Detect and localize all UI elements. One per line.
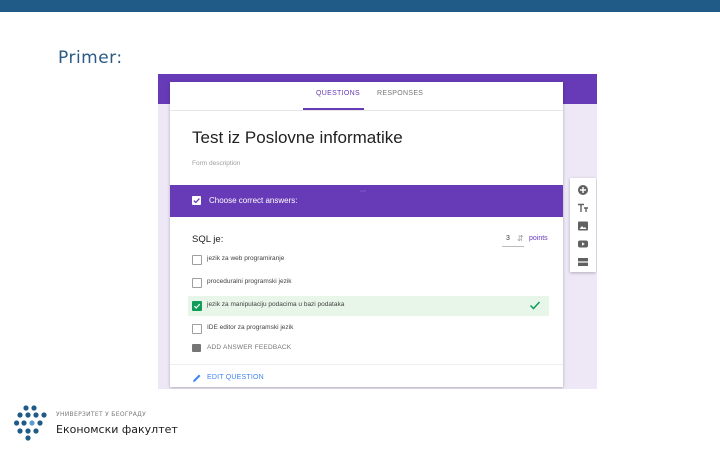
question-header-bar: ⋯ Choose correct answers: <box>170 185 563 217</box>
points-input-underline <box>502 246 524 247</box>
option-checkbox[interactable] <box>192 324 202 334</box>
answer-option-correct[interactable]: jezik za manipulaciju podacima u bazi po… <box>188 296 549 316</box>
drag-handle-icon[interactable]: ⋯ <box>360 188 367 195</box>
image-icon[interactable] <box>577 220 589 232</box>
points-input[interactable]: 3 <box>506 235 510 242</box>
correct-check-icon <box>529 301 541 310</box>
stepper-icon[interactable]: ⇵ <box>517 234 524 243</box>
university-name: УНИВЕРЗИТЕТ У БЕОГРАДУ <box>56 411 147 418</box>
form-description-field[interactable]: Form description <box>192 160 240 167</box>
answer-option[interactable]: proceduralni programski jezik <box>170 274 563 292</box>
pencil-icon <box>193 374 201 382</box>
question-title[interactable]: SQL je: <box>192 234 223 245</box>
tab-responses[interactable]: RESPONSES <box>377 90 423 97</box>
faculty-name: Економски факултет <box>56 423 178 436</box>
feedback-label: ADD ANSWER FEEDBACK <box>207 344 292 351</box>
checkbox-question-icon <box>192 196 201 205</box>
option-label: jezik za web programiranje <box>207 255 285 262</box>
option-label: proceduralni programski jezik <box>207 278 292 285</box>
form-card: QUESTIONS RESPONSES Test iz Poslovne inf… <box>170 82 563 387</box>
divider <box>170 364 563 365</box>
tab-questions[interactable]: QUESTIONS <box>316 90 360 97</box>
floating-toolbar <box>570 178 596 272</box>
active-tab-indicator <box>303 108 364 110</box>
feedback-icon <box>192 344 201 352</box>
slide-title: Primer: <box>58 48 123 68</box>
option-checkbox[interactable] <box>192 278 202 288</box>
title-text-icon[interactable] <box>577 202 589 214</box>
answer-option[interactable]: jezik za web programiranje <box>170 251 563 269</box>
tab-bar: QUESTIONS RESPONSES <box>170 82 563 111</box>
option-label: jezik za manipulaciju podacima u bazi po… <box>207 301 345 308</box>
question-type-label: Choose correct answers: <box>209 196 298 205</box>
form-screenshot: QUESTIONS RESPONSES Test iz Poslovne inf… <box>158 74 597 389</box>
option-label: IDE editor za programski jezik <box>207 324 294 331</box>
section-icon[interactable] <box>577 256 589 268</box>
option-checkbox[interactable] <box>192 255 202 265</box>
edit-question-label: EDIT QUESTION <box>207 374 264 381</box>
option-checkbox-checked[interactable] <box>192 301 202 311</box>
faculty-logo-icon <box>14 405 47 441</box>
slide-top-bar <box>0 0 720 12</box>
points-label: points <box>529 235 548 242</box>
add-circle-icon[interactable] <box>577 184 589 196</box>
video-icon[interactable] <box>577 238 589 250</box>
answer-option[interactable]: IDE editor za programski jezik <box>170 320 563 338</box>
form-title[interactable]: Test iz Poslovne informatike <box>192 128 403 148</box>
